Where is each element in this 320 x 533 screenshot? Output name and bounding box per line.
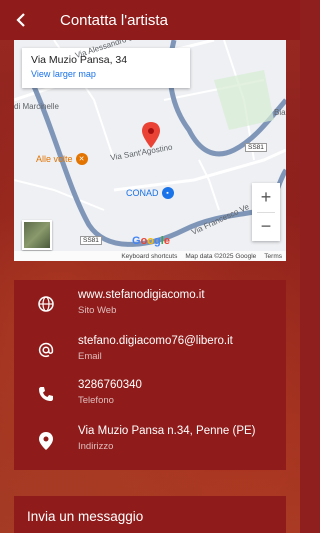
back-arrow-icon — [16, 13, 25, 27]
phone-value: 3286760340 — [78, 379, 142, 391]
phone-icon — [39, 387, 53, 401]
location-pin-icon — [39, 432, 53, 450]
street-label: di Marcinelle — [14, 102, 59, 111]
app-bar: Contatta l'artista — [0, 0, 300, 40]
map-footer: Keyboard shortcuts Map data ©2025 Google… — [14, 251, 286, 261]
page-title: Contatta l'artista — [60, 11, 168, 29]
poi-restaurant[interactable]: Alle volte ✕ — [36, 153, 88, 165]
map-data-text: Map data ©2025 Google — [185, 252, 257, 260]
keyboard-shortcuts-link[interactable]: Keyboard shortcuts — [121, 253, 177, 260]
address-card: Via Muzio Pansa, 34 View larger map — [22, 48, 190, 88]
zoom-out-button[interactable]: − — [252, 213, 280, 242]
satellite-toggle[interactable] — [22, 220, 52, 250]
google-logo: Google — [132, 235, 170, 247]
website-value: www.stefanodigiacomo.it — [78, 289, 205, 301]
address-label: Indirizzo — [78, 441, 114, 452]
cart-icon: ▪ — [161, 187, 174, 199]
poi-restaurant-label: Alle volte — [36, 154, 73, 164]
address-title: Via Muzio Pansa, 34 — [31, 54, 128, 66]
contact-row-email[interactable]: stefano.digiacomo76@libero.it Email — [14, 334, 286, 370]
email-label: Email — [78, 351, 102, 362]
send-message-title: Invia un messaggio — [27, 509, 144, 524]
zoom-in-button[interactable]: + — [252, 183, 280, 212]
send-message-card[interactable]: Invia un messaggio — [14, 496, 286, 533]
poi-store-label: CONAD — [126, 188, 159, 198]
email-value: stefano.digiacomo76@libero.it — [78, 335, 233, 347]
contact-row-phone[interactable]: 3286760340 Telefono — [14, 378, 286, 414]
phone-label: Telefono — [78, 395, 114, 406]
map-pin-icon[interactable] — [142, 122, 160, 153]
zoom-controls: + − — [252, 183, 280, 241]
address-value: Via Muzio Pansa n.34, Penne (PE) — [78, 425, 256, 437]
map-view[interactable]: Via Muzio Pansa, 34 View larger map Via … — [14, 40, 286, 261]
website-label: Sito Web — [78, 305, 117, 316]
view-larger-map-link[interactable]: View larger map — [31, 69, 181, 79]
globe-icon — [38, 296, 54, 312]
road-badge: SS81 — [245, 143, 267, 152]
restaurant-icon: ✕ — [75, 153, 88, 165]
street-label: Bia — [274, 108, 286, 117]
back-button[interactable] — [0, 0, 44, 40]
contact-row-website[interactable]: www.stefanodigiacomo.it Sito Web — [14, 288, 286, 324]
contact-row-address[interactable]: Via Muzio Pansa n.34, Penne (PE) Indiriz… — [14, 424, 286, 460]
road-badge: SS81 — [80, 236, 102, 245]
poi-store[interactable]: CONAD ▪ — [126, 187, 174, 199]
terms-link[interactable]: Terms — [264, 253, 282, 260]
at-icon — [38, 342, 54, 358]
contact-card: www.stefanodigiacomo.it Sito Web stefano… — [14, 280, 286, 470]
